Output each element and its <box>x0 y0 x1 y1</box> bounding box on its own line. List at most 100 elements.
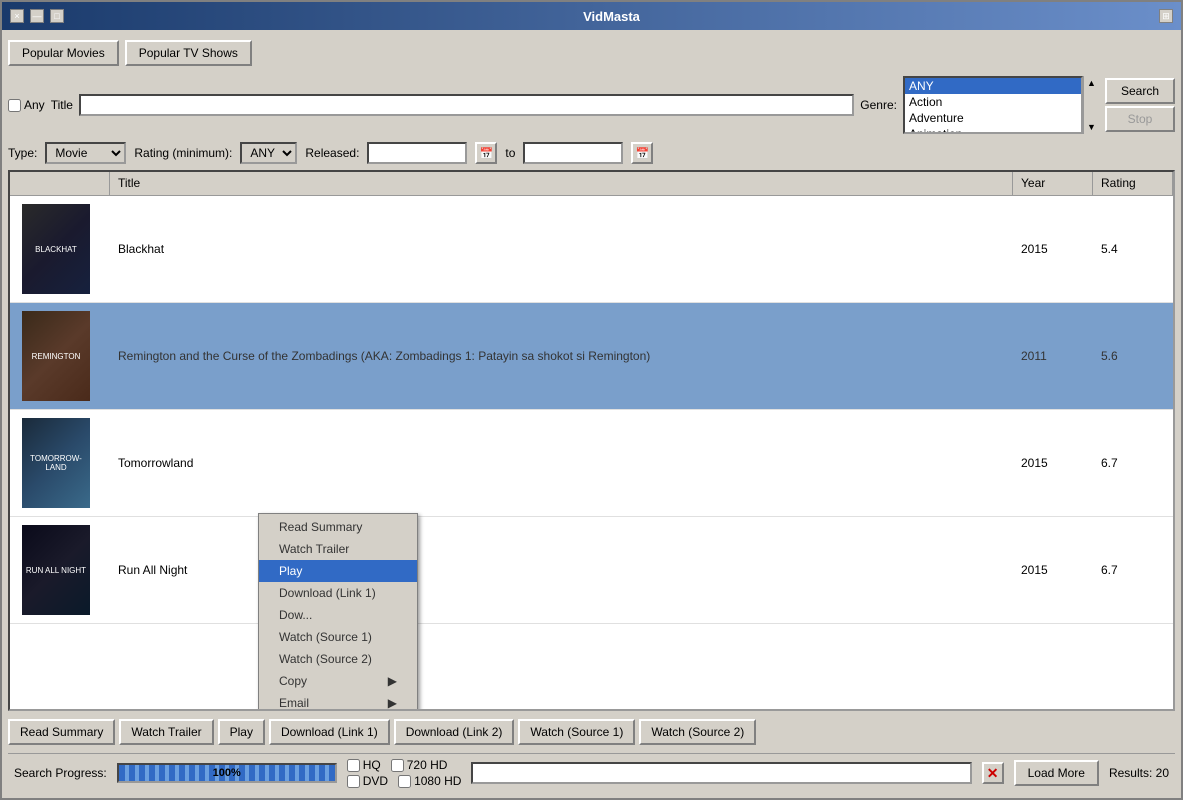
genre-label: Genre: <box>860 98 897 112</box>
rating-cell: 5.6 <box>1093 303 1173 409</box>
any-label: Any <box>24 98 45 112</box>
rating-select[interactable]: ANY 1234 5678 9 <box>240 142 297 164</box>
minimize-btn[interactable]: — <box>30 9 44 23</box>
load-more-button[interactable]: Load More <box>1014 760 1099 786</box>
context-watch-source1[interactable]: Watch (Source 1) <box>259 626 417 648</box>
rating-cell: 5.4 <box>1093 196 1173 302</box>
released-to-input[interactable] <box>523 142 623 164</box>
bottom-toolbar: Read Summary Watch Trailer Play Download… <box>8 715 1175 749</box>
released-from-input[interactable] <box>367 142 467 164</box>
table-body: BLACKHAT Blackhat 2015 5.4 REMINGTON Rem… <box>10 196 1173 709</box>
genre-scroll-down[interactable]: ▼ <box>1087 122 1096 132</box>
released-label: Released: <box>305 146 359 160</box>
table-row[interactable]: REMINGTON Remington and the Curse of the… <box>10 303 1173 410</box>
watch-source2-button[interactable]: Watch (Source 2) <box>639 719 756 745</box>
720hd-label: 720 HD <box>391 758 448 772</box>
restore-btn[interactable]: ⊞ <box>1159 9 1173 23</box>
download-link1-button[interactable]: Download (Link 1) <box>269 719 390 745</box>
app-title: VidMasta <box>583 9 640 24</box>
table-row[interactable]: BLACKHAT Blackhat 2015 5.4 <box>10 196 1173 303</box>
1080hd-text: 1080 HD <box>414 774 461 788</box>
popular-movies-button[interactable]: Popular Movies <box>8 40 119 66</box>
col-header-thumb <box>10 172 110 195</box>
maximize-btn[interactable]: □ <box>50 9 64 23</box>
col-header-year[interactable]: Year <box>1013 172 1093 195</box>
title-label: Title <box>51 98 73 112</box>
search-button[interactable]: Search <box>1105 78 1175 104</box>
dvd-text: DVD <box>363 774 388 788</box>
genre-listbox[interactable]: ANY Action Adventure Animation <box>903 76 1083 134</box>
col-header-rating[interactable]: Rating <box>1093 172 1173 195</box>
stop-button[interactable]: Stop <box>1105 106 1175 132</box>
search-progress-label: Search Progress: <box>14 766 107 780</box>
1080hd-label: 1080 HD <box>398 774 461 788</box>
context-email[interactable]: Email ▶ <box>259 692 417 709</box>
title-cell: Remington and the Curse of the Zombading… <box>110 303 1013 409</box>
context-copy[interactable]: Copy ▶ <box>259 670 417 692</box>
filter-input[interactable] <box>471 762 971 784</box>
hq-text: HQ <box>363 758 381 772</box>
thumb-cell: REMINGTON <box>10 303 110 409</box>
context-watch-source2[interactable]: Watch (Source 2) <box>259 648 417 670</box>
genre-option-action[interactable]: Action <box>905 94 1081 110</box>
context-download-link2[interactable]: Dow... <box>259 604 417 626</box>
close-btn[interactable]: × <box>10 9 24 23</box>
year-cell: 2011 <box>1013 303 1093 409</box>
genre-scroll-up[interactable]: ▲ <box>1087 78 1096 88</box>
calendar-to-button[interactable]: 📅 <box>631 142 653 164</box>
copy-arrow: ▶ <box>388 674 397 688</box>
read-summary-button[interactable]: Read Summary <box>8 719 115 745</box>
status-bar: Search Progress: 100% HQ 720 HD <box>8 753 1175 792</box>
watch-source1-button[interactable]: Watch (Source 1) <box>518 719 635 745</box>
year-cell: 2015 <box>1013 517 1093 623</box>
any-checkbox[interactable] <box>8 99 21 112</box>
type-select[interactable]: Movie TV Show <box>45 142 126 164</box>
any-checkbox-container: Any <box>8 98 45 112</box>
hq-checkbox[interactable] <box>347 759 360 772</box>
table-row[interactable]: TOMORROW-LAND Tomorrowland 2015 6.7 <box>10 410 1173 517</box>
thumb-cell: RUN ALL NIGHT <box>10 517 110 623</box>
1080hd-checkbox[interactable] <box>398 775 411 788</box>
download-link2-button[interactable]: Download (Link 2) <box>394 719 515 745</box>
copy-label: Copy <box>279 674 307 688</box>
720hd-checkbox[interactable] <box>391 759 404 772</box>
title-bar-controls: × — □ <box>10 9 64 23</box>
context-watch-trailer[interactable]: Watch Trailer <box>259 538 417 560</box>
rating-label: Rating (minimum): <box>134 146 232 160</box>
thumb-label: REMINGTON <box>30 350 83 363</box>
genre-option-animation[interactable]: Animation <box>905 126 1081 134</box>
genre-option-any[interactable]: ANY <box>905 78 1081 94</box>
context-download-link1[interactable]: Download (Link 1) <box>259 582 417 604</box>
popular-tv-shows-button[interactable]: Popular TV Shows <box>125 40 252 66</box>
email-label: Email <box>279 696 309 709</box>
title-cell: Tomorrowland <box>110 410 1013 516</box>
watch-trailer-button[interactable]: Watch Trailer <box>119 719 213 745</box>
search-actions: Search Stop <box>1105 78 1175 132</box>
main-content: Popular Movies Popular TV Shows Any Titl… <box>2 30 1181 798</box>
genre-option-adventure[interactable]: Adventure <box>905 110 1081 126</box>
released-to-label: to <box>505 146 515 160</box>
play-button[interactable]: Play <box>218 719 265 745</box>
dvd-checkbox[interactable] <box>347 775 360 788</box>
calendar-from-button[interactable]: 📅 <box>475 142 497 164</box>
rating-cell: 6.7 <box>1093 410 1173 516</box>
context-read-summary[interactable]: Read Summary <box>259 516 417 538</box>
title-cell: Run All Night <box>110 517 1013 623</box>
email-arrow: ▶ <box>388 696 397 709</box>
results-table: Title Year Rating BLACKHAT Blackhat 2015… <box>8 170 1175 711</box>
title-input[interactable] <box>79 94 854 116</box>
col-header-title[interactable]: Title <box>110 172 1013 195</box>
filter-row: Type: Movie TV Show Rating (minimum): AN… <box>8 140 1175 166</box>
table-row[interactable]: RUN ALL NIGHT Run All Night 2015 6.7 <box>10 517 1173 624</box>
movie-thumbnail: BLACKHAT <box>22 204 90 294</box>
thumb-cell: BLACKHAT <box>10 196 110 302</box>
720hd-text: 720 HD <box>407 758 448 772</box>
context-play[interactable]: Play <box>259 560 417 582</box>
progress-text: 100% <box>119 767 335 779</box>
thumb-cell: TOMORROW-LAND <box>10 410 110 516</box>
dvd-label: DVD <box>347 774 388 788</box>
clear-filter-button[interactable]: ✕ <box>982 762 1004 784</box>
title-bar-right: ⊞ <box>1159 9 1173 23</box>
movie-thumbnail: RUN ALL NIGHT <box>22 525 90 615</box>
type-label: Type: <box>8 146 37 160</box>
